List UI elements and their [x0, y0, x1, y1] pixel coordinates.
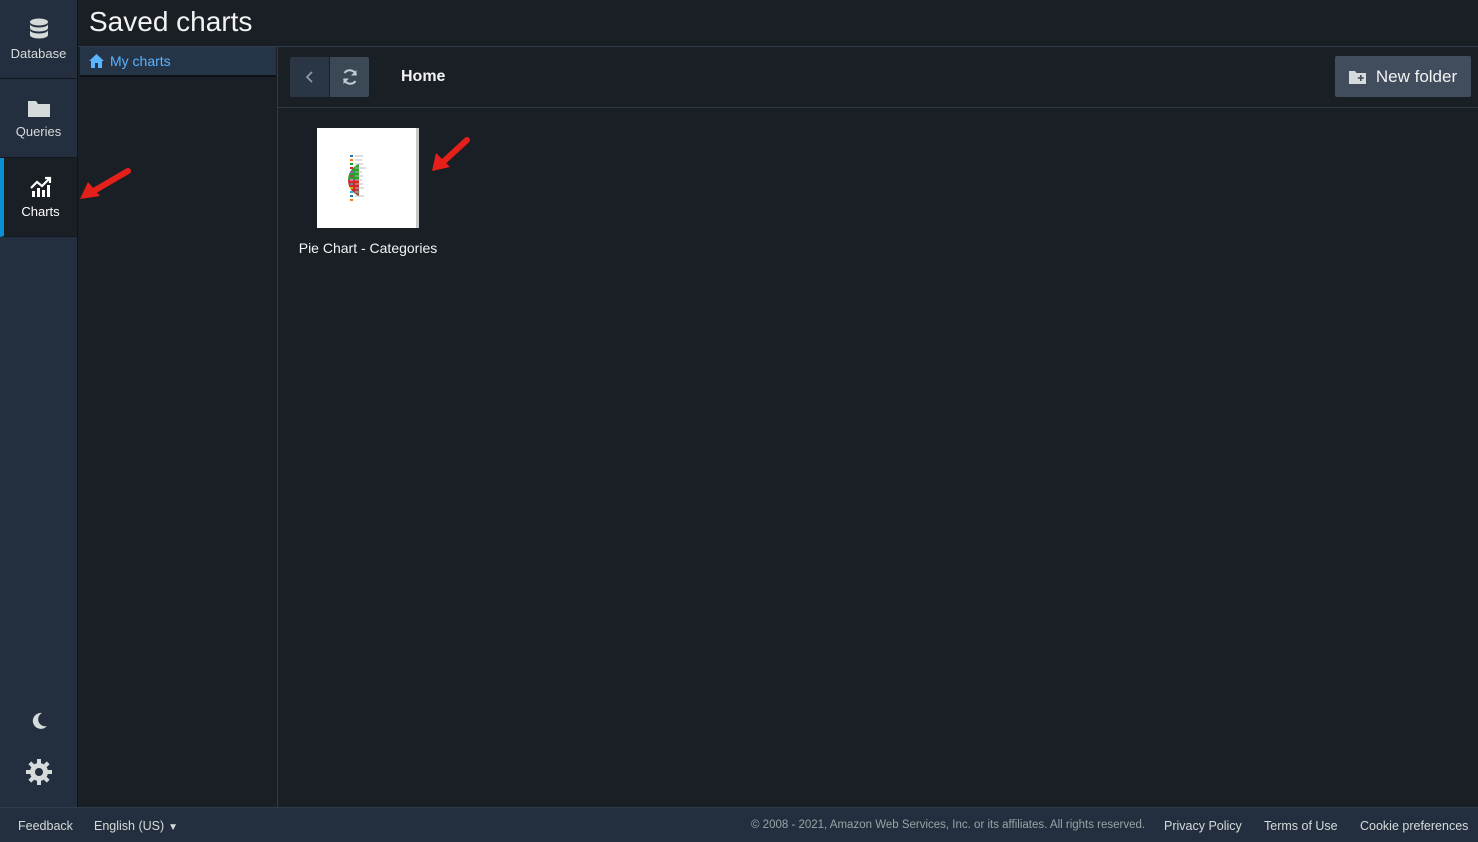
feedback-link[interactable]: Feedback — [18, 819, 73, 833]
rail-label-charts: Charts — [21, 203, 60, 219]
breadcrumb: Home — [401, 68, 446, 85]
annotation-arrow-icon — [432, 137, 470, 171]
rail-label-database: Database — [10, 45, 67, 61]
line-chart-icon — [29, 176, 51, 197]
database-icon — [29, 18, 48, 38]
language-label: English (US) — [94, 819, 165, 833]
cookie-preferences-link[interactable]: Cookie preferences — [1360, 819, 1468, 833]
tree-item-label: My charts — [110, 53, 171, 69]
folder-tree-panel: My charts — [78, 47, 278, 807]
thumbnail-image — [347, 155, 381, 204]
privacy-policy-link[interactable]: Privacy Policy — [1164, 819, 1242, 833]
pie-chart-thumbnail — [317, 128, 419, 228]
new-folder-button[interactable]: New folder — [1335, 56, 1471, 97]
title-bar: Saved charts — [78, 0, 1478, 47]
moon-icon — [32, 712, 47, 729]
chevron-left-icon — [305, 71, 313, 83]
side-rail: Database Queries Charts — [0, 0, 78, 807]
gear-icon — [25, 759, 52, 785]
caret-down-icon: ▼ — [168, 822, 179, 833]
rail-item-database[interactable]: Database — [0, 0, 77, 79]
back-button[interactable] — [290, 57, 329, 97]
new-folder-label: New folder — [1375, 66, 1458, 86]
rail-label-queries: Queries — [15, 123, 62, 139]
language-selector[interactable]: English (US) ▼ — [94, 819, 178, 833]
chart-tile-name: Pie Chart - Categories — [298, 240, 438, 256]
refresh-button[interactable] — [330, 57, 369, 97]
copyright-text: © 2008 - 2021, Amazon Web Services, Inc.… — [751, 819, 1146, 831]
tree-item-my-charts[interactable]: My charts — [80, 47, 276, 77]
home-icon — [89, 54, 104, 68]
refresh-icon — [342, 69, 357, 85]
app-root: Database Queries Charts Saved charts My … — [0, 0, 1478, 842]
settings-button[interactable] — [0, 758, 77, 786]
annotation-arrow-icon — [80, 168, 131, 199]
rail-item-charts[interactable]: Charts — [0, 158, 77, 237]
terms-of-use-link[interactable]: Terms of Use — [1264, 819, 1338, 833]
page-title: Saved charts — [89, 6, 253, 37]
footer: Feedback English (US) ▼ © 2008 - 2021, Am… — [0, 807, 1478, 842]
toolbar: Home New folder — [278, 47, 1478, 108]
folder-icon — [27, 100, 50, 117]
rail-item-queries[interactable]: Queries — [0, 79, 77, 158]
folder-plus-icon — [1348, 71, 1366, 84]
dark-mode-toggle[interactable] — [0, 711, 77, 731]
